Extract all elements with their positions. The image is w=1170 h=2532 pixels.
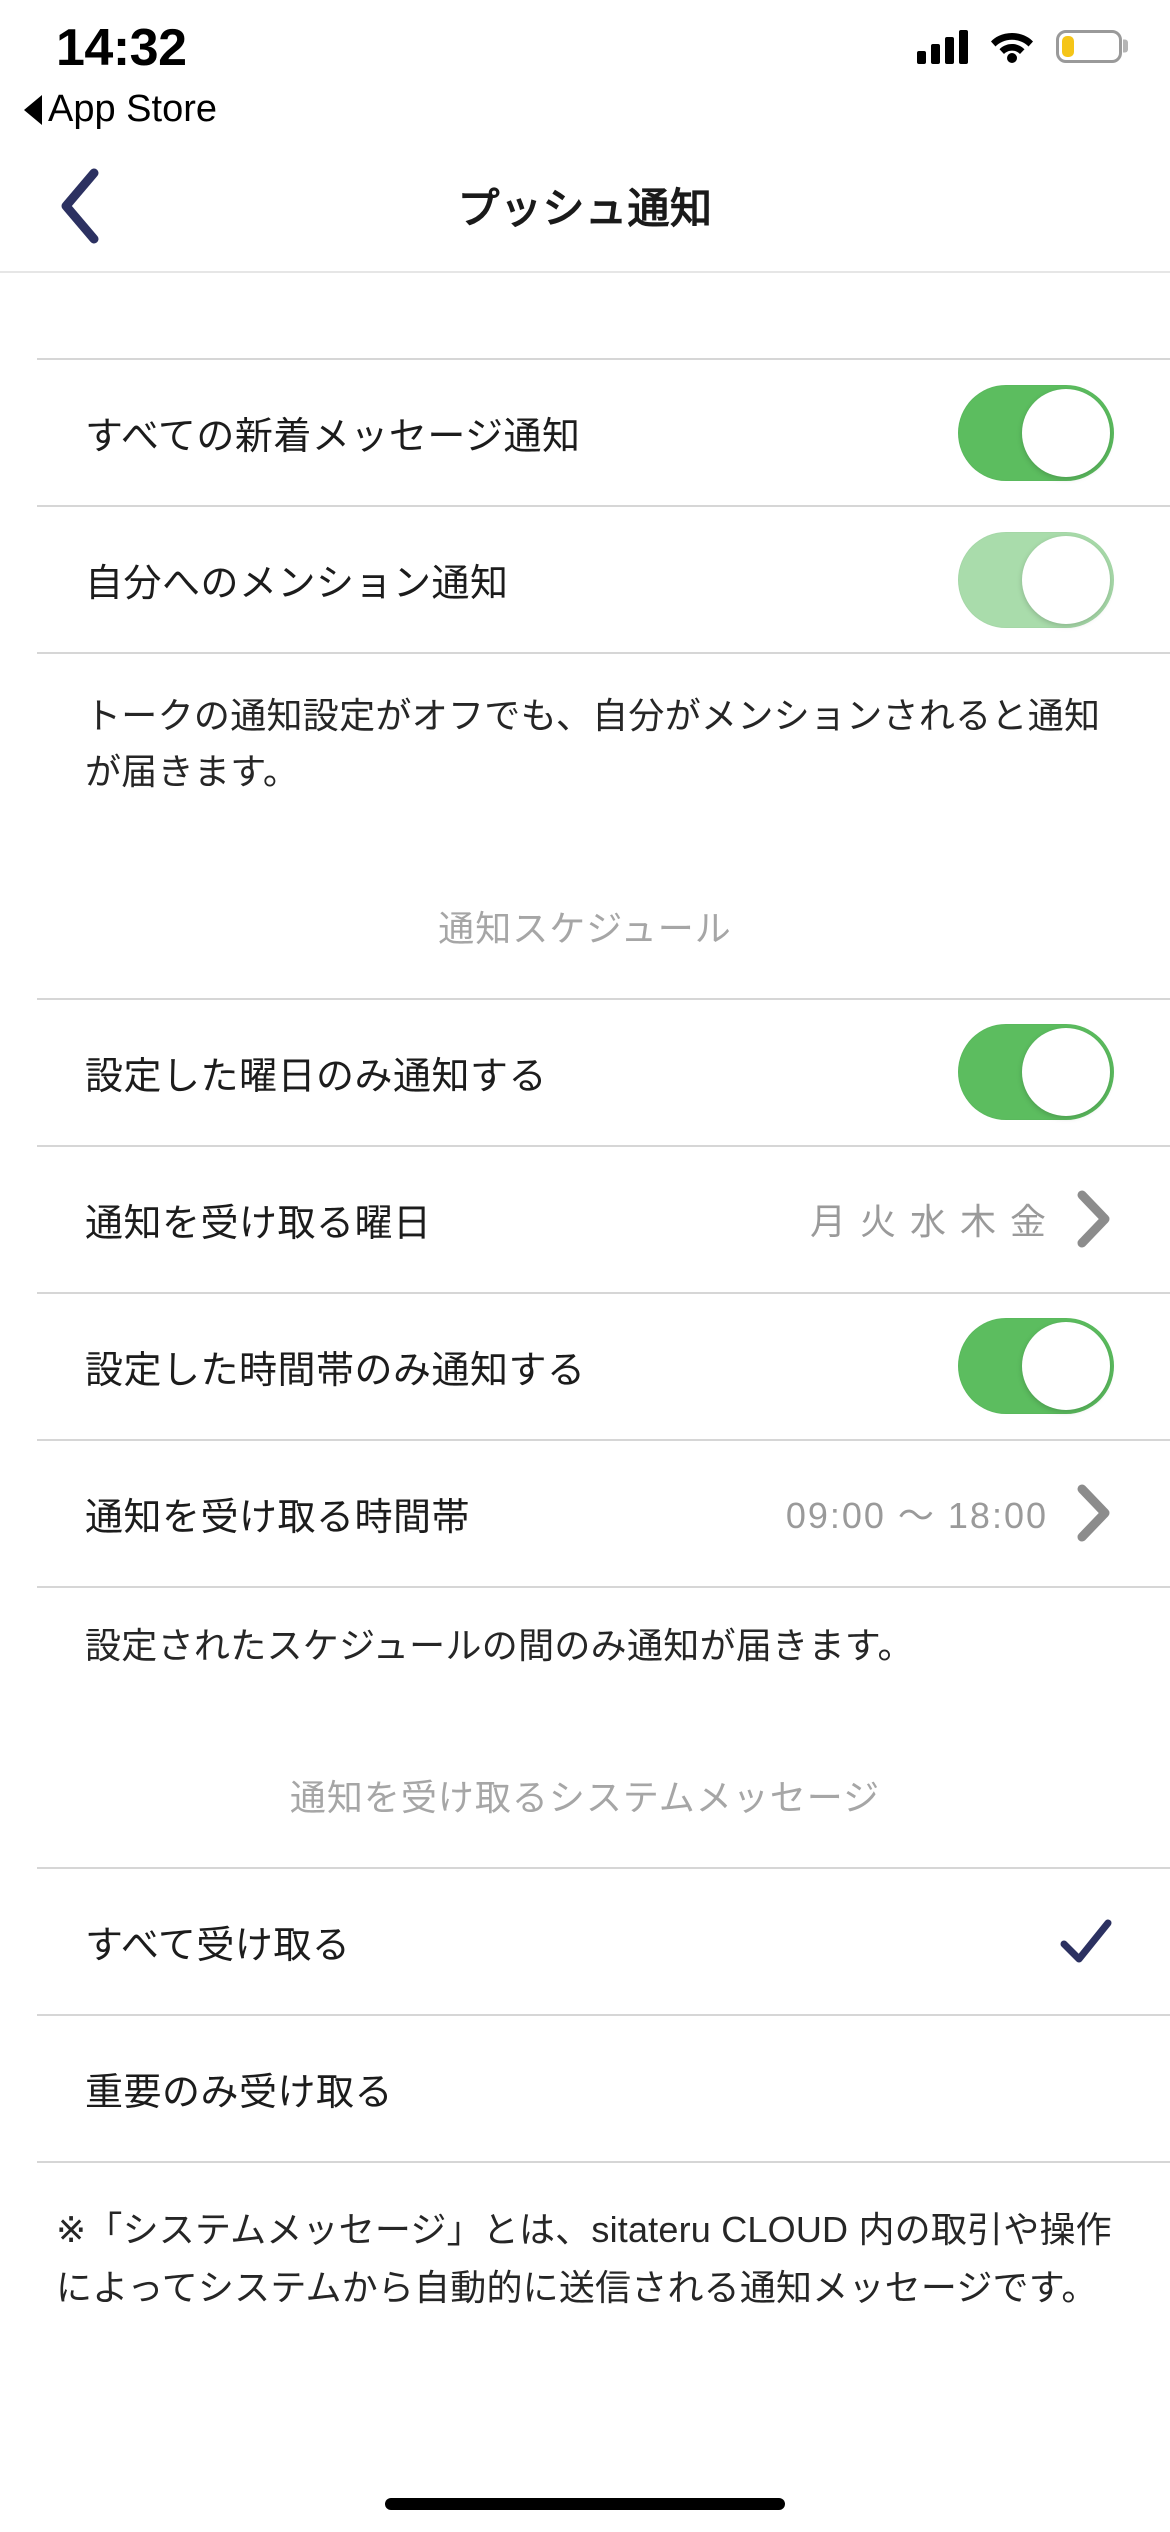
toggle-knob	[1022, 535, 1110, 624]
settings-list: すべての新着メッセージ通知 自分へのメンション通知 トークの通知設定がオフでも、…	[0, 273, 1170, 2317]
status-bar: 14:32 App Store	[0, 0, 1170, 140]
row-receive-important-only[interactable]: 重要のみ受け取る	[0, 2016, 1170, 2161]
system-messages-footnote: ※「システムメッセージ」とは、sitateru CLOUD 内の取引や操作によっ…	[56, 2209, 1112, 2308]
home-indicator[interactable]	[385, 2498, 785, 2510]
status-bar-time: 14:32	[56, 19, 187, 77]
row-accessory: 月 火 水 木 金	[810, 1190, 1114, 1248]
row-label: 設定した曜日のみ通知する	[85, 1055, 548, 1098]
chevron-right-icon	[1074, 1190, 1114, 1248]
row-accessory: 09:00 〜 18:00	[786, 1484, 1114, 1542]
toggle-knob	[1022, 1322, 1110, 1411]
row-label: 設定した時間帯のみ通知する	[85, 1349, 586, 1392]
row-accessory	[958, 1024, 1114, 1121]
row-label: すべて受け取る	[85, 1925, 351, 1968]
back-triangle-icon	[24, 94, 42, 125]
chevron-left-icon	[57, 167, 103, 245]
navigation-bar: プッシュ通知	[0, 140, 1170, 273]
toggle-notify-selected-hours-only[interactable]	[958, 1318, 1114, 1415]
row-notify-selected-days-only[interactable]: 設定した曜日のみ通知する	[0, 1000, 1170, 1145]
row-receive-all-system-messages[interactable]: すべて受け取る	[0, 1869, 1170, 2014]
cellular-bars-icon	[917, 28, 968, 64]
battery-low-icon	[1056, 29, 1122, 63]
row-accessory	[958, 1318, 1114, 1415]
top-spacer	[0, 273, 1170, 358]
row-mention-notifications[interactable]: 自分へのメンション通知	[0, 507, 1170, 652]
schedule-section-note: 設定されたスケジュールの間のみ通知が届きます。	[85, 1624, 914, 1666]
row-label: すべての新着メッセージ通知	[85, 416, 581, 458]
row-accessory	[958, 384, 1114, 481]
row-accessory	[958, 531, 1114, 628]
row-accessory	[1058, 1914, 1114, 1970]
page-title: プッシュ通知	[457, 185, 713, 232]
back-button[interactable]	[40, 166, 120, 246]
section-header-schedule: 通知スケジュール	[438, 907, 732, 949]
row-label: 自分へのメンション通知	[85, 563, 509, 605]
row-label: 通知を受け取る時間帯	[85, 1496, 471, 1539]
general-section-note: トークの通知設定がオフでも、自分がメンションされると通知が届きます。	[85, 695, 1101, 792]
status-bar-indicators	[917, 28, 1122, 64]
row-notify-selected-hours-only[interactable]: 設定した時間帯のみ通知する	[0, 1294, 1170, 1439]
check-icon	[1058, 1914, 1114, 1970]
row-label: 通知を受け取る曜日	[85, 1202, 432, 1245]
chevron-right-icon	[1074, 1484, 1114, 1542]
toggle-knob	[1022, 388, 1110, 477]
phone-screen: 14:32 App Store プッシュ通知 すべての新着メッセージ通知 自分へ…	[0, 0, 1170, 2532]
row-label: 重要のみ受け取る	[85, 2072, 394, 2115]
toggle-knob	[1022, 1028, 1110, 1117]
row-notification-days[interactable]: 通知を受け取る曜日 月 火 水 木 金	[0, 1147, 1170, 1292]
toggle-notify-selected-days-only[interactable]	[958, 1024, 1114, 1121]
row-value-time-range: 09:00 〜 18:00	[785, 1495, 1048, 1537]
row-all-new-message-notifications[interactable]: すべての新着メッセージ通知	[0, 360, 1170, 505]
row-value-days: 月 火 水 木 金	[809, 1201, 1048, 1243]
toggle-mention-notifications[interactable]	[958, 531, 1114, 628]
return-to-app-store-button[interactable]: App Store	[24, 88, 217, 131]
row-notification-time-range[interactable]: 通知を受け取る時間帯 09:00 〜 18:00	[0, 1441, 1170, 1586]
toggle-all-new-message-notifications[interactable]	[958, 384, 1114, 481]
section-header-system-messages: 通知を受け取るシステムメッセージ	[289, 1777, 881, 1819]
wifi-icon	[990, 29, 1034, 63]
return-app-label: App Store	[48, 88, 217, 130]
